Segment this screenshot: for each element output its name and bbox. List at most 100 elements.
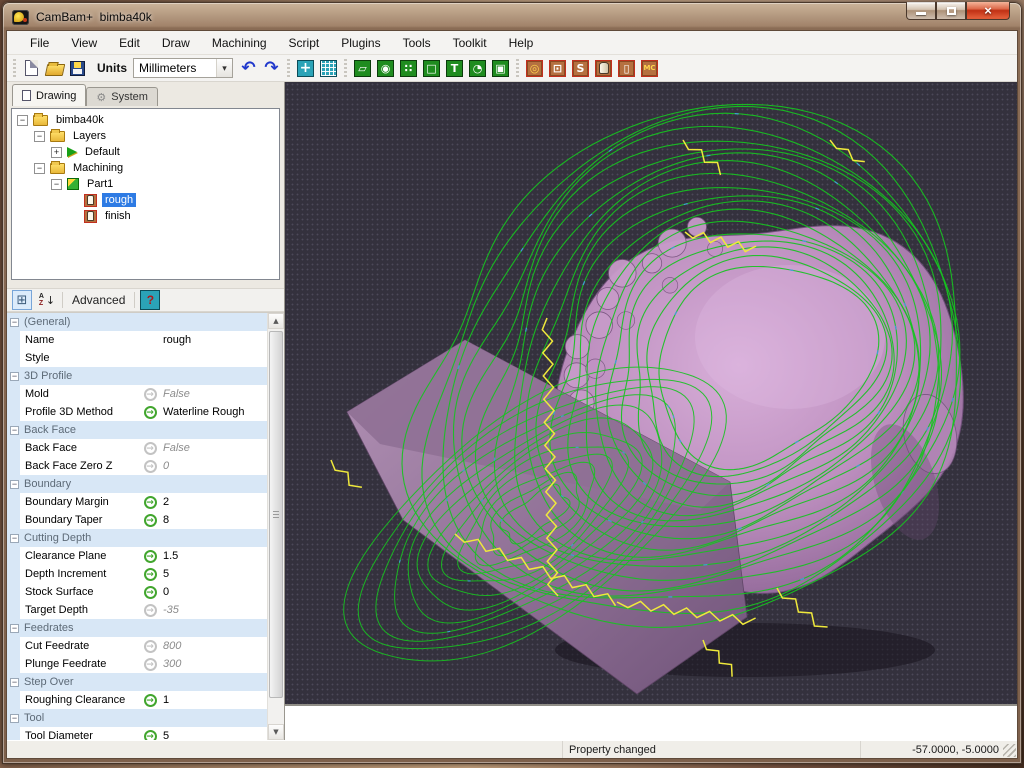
property-row[interactable]: Depth Increment→5: [7, 565, 267, 583]
undo-icon[interactable]: ↶: [237, 57, 260, 80]
propgrid-section[interactable]: −Feedrates: [7, 619, 267, 637]
menu-file[interactable]: File: [19, 32, 60, 54]
propgrid-scrollbar[interactable]: ▲ ▼: [267, 313, 284, 740]
property-value[interactable]: 0: [160, 460, 267, 472]
property-row[interactable]: Cut Feedrate→800: [7, 637, 267, 655]
new-file-icon[interactable]: [20, 57, 43, 80]
property-row[interactable]: Style: [7, 349, 267, 367]
menu-tools[interactable]: Tools: [392, 32, 442, 54]
menu-machining[interactable]: Machining: [201, 32, 278, 54]
tree-item-part1[interactable]: −Part1: [12, 176, 279, 192]
set-value-icon[interactable]: →: [144, 442, 157, 455]
pocket-op-icon[interactable]: ⊡: [546, 57, 569, 80]
property-value[interactable]: -35: [160, 604, 267, 616]
propgrid-section[interactable]: −Cutting Depth: [7, 529, 267, 547]
collapse-icon[interactable]: −: [10, 480, 19, 489]
property-row[interactable]: Clearance Plane→1.5: [7, 547, 267, 565]
property-row[interactable]: Roughing Clearance→1: [7, 691, 267, 709]
property-value[interactable]: 1: [160, 694, 267, 706]
toolbar-grip[interactable]: [515, 59, 520, 77]
collapse-icon[interactable]: −: [10, 534, 19, 543]
property-value[interactable]: False: [160, 442, 267, 454]
property-row[interactable]: Namerough: [7, 331, 267, 349]
scroll-up-icon[interactable]: ▲: [268, 313, 284, 329]
restore-button[interactable]: [936, 2, 966, 20]
property-value[interactable]: rough: [160, 334, 267, 346]
tree-expander-icon[interactable]: +: [51, 147, 62, 158]
collapse-icon[interactable]: −: [10, 372, 19, 381]
drill-op-icon[interactable]: [592, 57, 615, 80]
tree-expander-icon[interactable]: −: [34, 163, 45, 174]
advanced-button[interactable]: Advanced: [68, 290, 129, 310]
set-value-icon[interactable]: →: [144, 604, 157, 617]
property-row[interactable]: Tool Diameter→5: [7, 727, 267, 740]
property-value[interactable]: 5: [160, 730, 267, 740]
set-value-icon[interactable]: →: [144, 550, 157, 563]
set-value-icon[interactable]: →: [144, 406, 157, 419]
circle-icon[interactable]: ◉: [374, 57, 397, 80]
property-value[interactable]: 2: [160, 496, 267, 508]
combo-dropdown-icon[interactable]: ▾: [216, 59, 232, 77]
arc-icon[interactable]: ◔: [466, 57, 489, 80]
snap-grid-icon[interactable]: [317, 57, 340, 80]
propgrid-section[interactable]: −(General): [7, 313, 267, 331]
property-row[interactable]: Back Face Zero Z→0: [7, 457, 267, 475]
titlebar[interactable]: CamBam+ bimba40k ×: [2, 2, 1022, 28]
resize-grip[interactable]: [1003, 744, 1016, 757]
menu-view[interactable]: View: [60, 32, 108, 54]
tree-item-finish[interactable]: finish: [12, 208, 279, 224]
collapse-icon[interactable]: −: [10, 426, 19, 435]
collapse-icon[interactable]: −: [10, 714, 19, 723]
surface-icon[interactable]: ▣: [489, 57, 512, 80]
profile-op-icon[interactable]: ◎: [523, 57, 546, 80]
toolbar-grip[interactable]: [286, 59, 291, 77]
open-file-icon[interactable]: [43, 57, 66, 80]
propgrid-section[interactable]: −Boundary: [7, 475, 267, 493]
propgrid-section[interactable]: −Back Face: [7, 421, 267, 439]
set-value-icon[interactable]: →: [144, 730, 157, 741]
menu-edit[interactable]: Edit: [108, 32, 151, 54]
menu-toolkit[interactable]: Toolkit: [442, 32, 498, 54]
rectangle-icon[interactable]: □: [420, 57, 443, 80]
property-row[interactable]: Profile 3D Method→Waterline Rough: [7, 403, 267, 421]
property-value[interactable]: 8: [160, 514, 267, 526]
snap-points-icon[interactable]: +: [294, 57, 317, 80]
tree-item-rough[interactable]: rough: [12, 192, 279, 208]
property-value[interactable]: 0: [160, 586, 267, 598]
set-value-icon[interactable]: →: [144, 694, 157, 707]
toolbar-grip[interactable]: [12, 59, 17, 77]
menu-draw[interactable]: Draw: [151, 32, 201, 54]
categorized-view-button[interactable]: ⊞: [12, 290, 32, 310]
set-value-icon[interactable]: →: [144, 658, 157, 671]
property-value[interactable]: 1.5: [160, 550, 267, 562]
tree-item-default[interactable]: +Default: [12, 144, 279, 160]
collapse-icon[interactable]: −: [10, 318, 19, 327]
property-value[interactable]: Waterline Rough: [160, 406, 267, 418]
profile3d-op-icon[interactable]: ▯: [615, 57, 638, 80]
tree-item-layers[interactable]: −Layers: [12, 128, 279, 144]
menu-script[interactable]: Script: [278, 32, 331, 54]
scroll-track[interactable]: [268, 329, 284, 724]
tree-expander-icon[interactable]: −: [34, 131, 45, 142]
redo-icon[interactable]: ↷: [260, 57, 283, 80]
property-value[interactable]: 800: [160, 640, 267, 652]
minimize-button[interactable]: [906, 2, 936, 20]
propgrid-section[interactable]: −Tool: [7, 709, 267, 727]
collapse-icon[interactable]: −: [10, 624, 19, 633]
tree-item-bimba40k[interactable]: −bimba40k: [12, 112, 279, 128]
set-value-icon[interactable]: →: [144, 514, 157, 527]
property-row[interactable]: Mold→False: [7, 385, 267, 403]
set-value-icon[interactable]: →: [144, 586, 157, 599]
close-button[interactable]: ×: [966, 2, 1010, 20]
set-value-icon[interactable]: →: [144, 640, 157, 653]
alphabetical-sort-button[interactable]: AZ ↓: [37, 290, 57, 310]
property-value[interactable]: 300: [160, 658, 267, 670]
property-row[interactable]: Stock Surface→0: [7, 583, 267, 601]
menu-plugins[interactable]: Plugins: [330, 32, 391, 54]
set-value-icon[interactable]: →: [144, 388, 157, 401]
viewport-3d[interactable]: [285, 82, 1017, 704]
scroll-thumb[interactable]: [269, 331, 283, 698]
property-value[interactable]: 5: [160, 568, 267, 580]
property-value[interactable]: False: [160, 388, 267, 400]
points-list-icon[interactable]: ∷: [397, 57, 420, 80]
